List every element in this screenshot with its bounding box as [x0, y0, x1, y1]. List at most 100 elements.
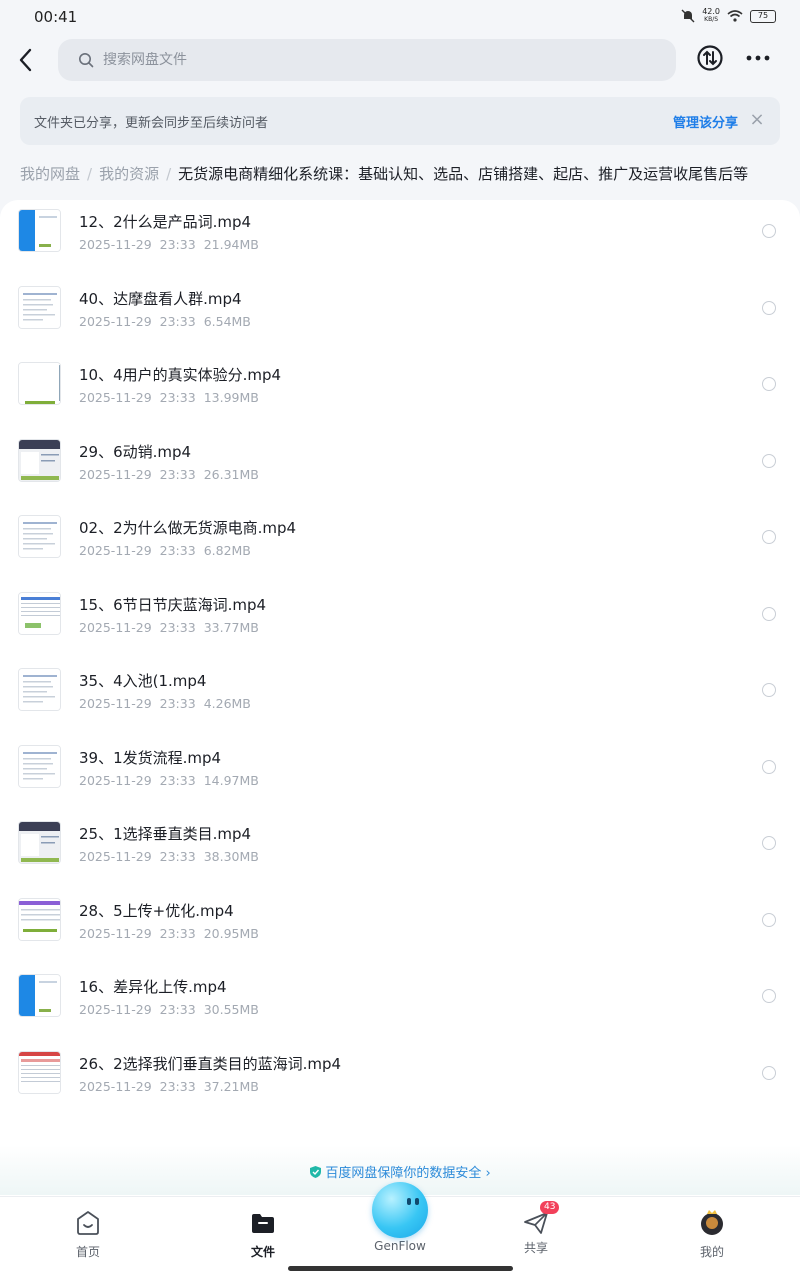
video-thumbnail [18, 515, 61, 558]
file-row[interactable]: 10、4用户的真实体验分.mp4 2025-11-29 23:33 13.99MB [0, 353, 800, 430]
file-row[interactable]: 39、1发货流程.mp4 2025-11-29 23:33 14.97MB [0, 736, 800, 813]
file-meta: 2025-11-29 23:33 20.95MB [79, 926, 259, 941]
share-banner: 文件夹已分享，更新会同步至后续访问者 管理该分享 × [20, 97, 780, 145]
select-radio[interactable] [762, 912, 776, 927]
file-meta: 2025-11-29 23:33 33.77MB [79, 620, 259, 635]
file-row[interactable]: 12、2什么是产品词.mp4 2025-11-29 23:33 21.94MB [0, 200, 800, 277]
file-row[interactable]: 25、1选择垂直类目.mp4 2025-11-29 23:33 38.30MB [0, 812, 800, 889]
nav-label-home: 首页 [75, 1245, 100, 1259]
breadcrumb-item-my-resources[interactable]: 我的资源 [99, 165, 159, 183]
avatar [701, 1210, 723, 1235]
file-row[interactable]: 02、2为什么做无货源电商.mp4 2025-11-29 23:33 6.82MB [0, 506, 800, 583]
transfer-icon[interactable] [696, 44, 724, 72]
select-radio[interactable] [762, 989, 776, 1003]
file-time: 23:33 [159, 849, 196, 864]
manage-share-link[interactable]: 管理该分享 [673, 112, 738, 131]
file-size: 37.21MB [203, 1078, 259, 1094]
file-row[interactable]: 28、5上传+优化.mp4 2025-11-29 23:33 20.95MB [0, 889, 800, 966]
nav-item-home[interactable]: 首页 [48, 1209, 128, 1260]
close-icon[interactable]: × [748, 109, 766, 131]
file-row[interactable]: 26、2选择我们垂直类目的蓝海词.mp4 2025-11-29 23:33 37.21… [0, 1042, 800, 1119]
select-radio[interactable] [762, 606, 776, 621]
file-row[interactable]: 15、6节日节庆蓝海词.mp4 2025-11-29 23:33 33.77MB [0, 583, 800, 660]
file-time: 23:33 [159, 390, 196, 405]
file-date: 2025-11-29 [79, 849, 152, 864]
share-banner-text: 文件夹已分享，更新会同步至后续访问者 [34, 116, 269, 131]
video-thumbnail-image [19, 363, 60, 404]
file-size: 30.55MB [203, 1002, 259, 1017]
nav-item-share[interactable]: 43 共享 [496, 1201, 576, 1256]
file-name: 02、2为什么做无货源电商.mp4 [79, 519, 297, 537]
back-icon[interactable] [14, 44, 38, 76]
search-input[interactable] [103, 52, 603, 68]
file-name: 35、4入池(1.mp4 [79, 672, 207, 690]
file-row[interactable]: 16、差异化上传.mp4 2025-11-29 23:33 30.55MB [0, 965, 800, 1042]
video-thumbnail-image [19, 669, 60, 710]
video-thumbnail [18, 974, 61, 1017]
more-icon[interactable] [744, 48, 772, 68]
select-radio[interactable] [762, 683, 776, 697]
file-size: 26.31MB [203, 466, 259, 482]
select-radio[interactable] [762, 530, 776, 544]
file-date: 2025-11-29 [79, 466, 152, 482]
breadcrumb-current-folder: 无货源电商精细化系统课：基础认知、选品、店铺搭建、起店、推广及运营收尾售后等 [178, 165, 749, 183]
select-radio[interactable] [762, 224, 776, 238]
file-date: 2025-11-29 [79, 925, 152, 941]
safety-link[interactable]: 百度网盘保障你的数据安全 › [0, 1162, 800, 1181]
shield-icon [310, 1166, 322, 1178]
safety-text: 百度网盘保障你的数据安全 [325, 1166, 482, 1181]
file-date: 2025-11-29 [79, 696, 152, 711]
file-row[interactable]: 40、达摩盘看人群.mp4 2025-11-29 23:33 6.54MB [0, 277, 800, 354]
battery-icon: 75 [750, 9, 776, 23]
status-icons: 42.0 KB/S 75 [681, 8, 776, 24]
nav-item-mine[interactable]: 我的 [672, 1209, 752, 1260]
select-radio[interactable] [762, 300, 776, 315]
file-name: 15、6节日节庆蓝海词.mp4 [79, 595, 267, 614]
video-thumbnail-image [19, 745, 60, 787]
breadcrumb-separator: / [166, 165, 172, 183]
file-time: 23:33 [159, 619, 196, 635]
nav-item-genflow[interactable]: GenFlow [360, 1237, 440, 1253]
video-thumbnail-image [19, 516, 60, 557]
genflow-eye-right [415, 1198, 419, 1205]
breadcrumb-separator: / [87, 165, 93, 183]
file-date: 2025-11-29 [79, 313, 152, 329]
file-time: 23:33 [159, 925, 196, 941]
select-radio[interactable] [762, 836, 776, 850]
share-nav-icon-wrap: 43 [522, 1201, 560, 1237]
home-indicator[interactable] [288, 1266, 513, 1271]
nav-item-files[interactable]: 文件 [223, 1209, 303, 1260]
file-date: 2025-11-29 [79, 1078, 152, 1094]
select-radio[interactable] [762, 759, 776, 774]
file-name: 25、1选择垂直类目.mp4 [79, 825, 252, 843]
select-radio[interactable] [762, 1065, 776, 1080]
file-row[interactable]: 35、4入池(1.mp4 2025-11-29 23:33 4.26MB [0, 659, 800, 736]
file-date: 2025-11-29 [79, 1002, 152, 1017]
file-time: 23:33 [159, 1002, 196, 1017]
file-name: 26、2选择我们垂直类目的蓝海词.mp4 [79, 1054, 342, 1073]
file-size: 6.82MB [203, 543, 251, 558]
breadcrumb-item-my-drive[interactable]: 我的网盘 [20, 165, 80, 183]
genflow-button[interactable] [372, 1182, 428, 1238]
file-meta: 2025-11-29 23:33 37.21MB [79, 1079, 259, 1094]
file-date: 2025-11-29 [79, 237, 152, 252]
file-row[interactable]: 29、6动销.mp4 2025-11-29 23:33 26.31MB [0, 430, 800, 507]
video-thumbnail [18, 1050, 61, 1094]
video-thumbnail-image [19, 898, 60, 940]
file-name: 16、差异化上传.mp4 [79, 978, 227, 996]
select-radio[interactable] [762, 453, 776, 468]
video-thumbnail [18, 821, 61, 864]
top-bar [0, 34, 800, 86]
breadcrumb: 我的网盘 / 我的资源 / 无货源电商精细化系统课：基础认知、选品、店铺搭建、起店、推广… [20, 163, 800, 187]
nav-label-genflow: GenFlow [374, 1239, 426, 1253]
search-bar[interactable] [58, 39, 676, 81]
file-size: 6.54MB [203, 313, 251, 329]
select-radio[interactable] [762, 377, 776, 391]
file-date: 2025-11-29 [79, 543, 152, 558]
genflow-eye-left [407, 1198, 411, 1205]
file-time: 23:33 [159, 543, 196, 558]
video-thumbnail-image [19, 286, 60, 328]
file-meta: 2025-11-29 23:33 6.54MB [79, 314, 251, 329]
file-time: 23:33 [159, 466, 196, 482]
file-date: 2025-11-29 [79, 772, 152, 788]
